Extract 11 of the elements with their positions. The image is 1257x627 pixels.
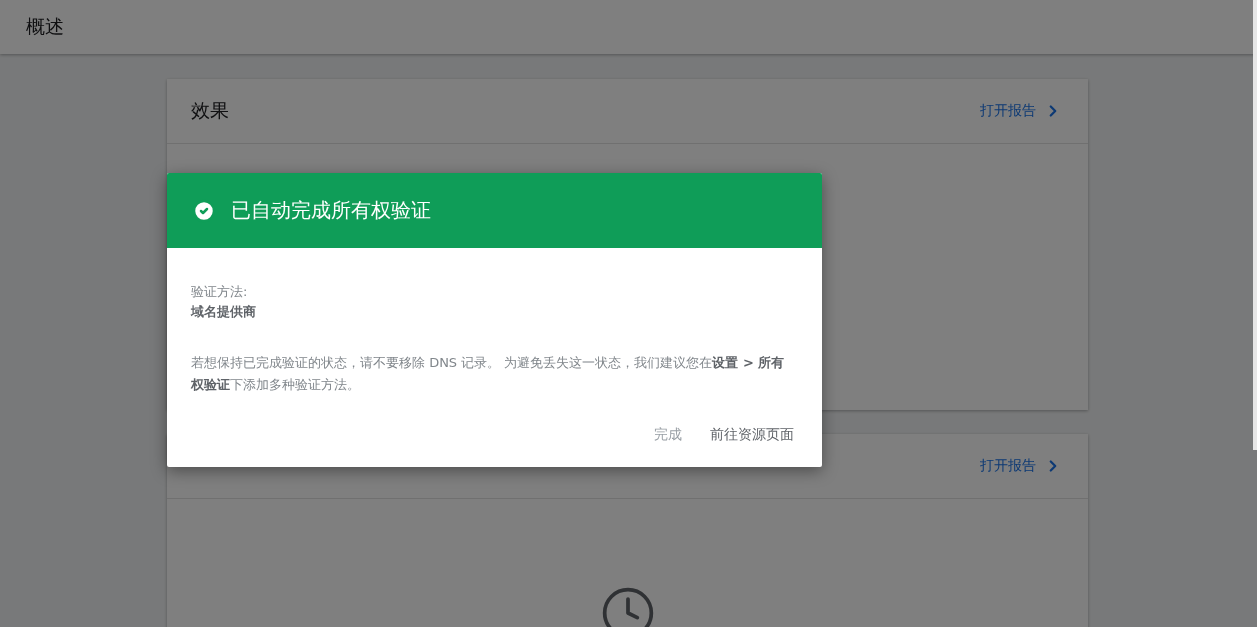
scrollbar[interactable]	[1253, 0, 1257, 450]
done-button[interactable]: 完成	[646, 420, 690, 450]
page-title: 概述	[26, 14, 64, 39]
method-value: 域名提供商	[191, 303, 257, 321]
open-report-link[interactable]: 打开报告	[980, 457, 1062, 475]
dialog-message: 若想保持已完成验证的状态，请不要移除 DNS 记录。 为避免丢失这一状态，我们建议您在设置 > 所有权验证下添加多种验证方法。	[191, 354, 786, 394]
card-title: 效果	[191, 98, 229, 123]
dialog-title: 已自动完成所有权验证	[231, 197, 431, 224]
open-report-link[interactable]: 打开报告	[980, 102, 1062, 120]
go-to-property-button[interactable]: 前往资源页面	[702, 420, 802, 450]
method-label: 验证方法:	[191, 283, 249, 301]
